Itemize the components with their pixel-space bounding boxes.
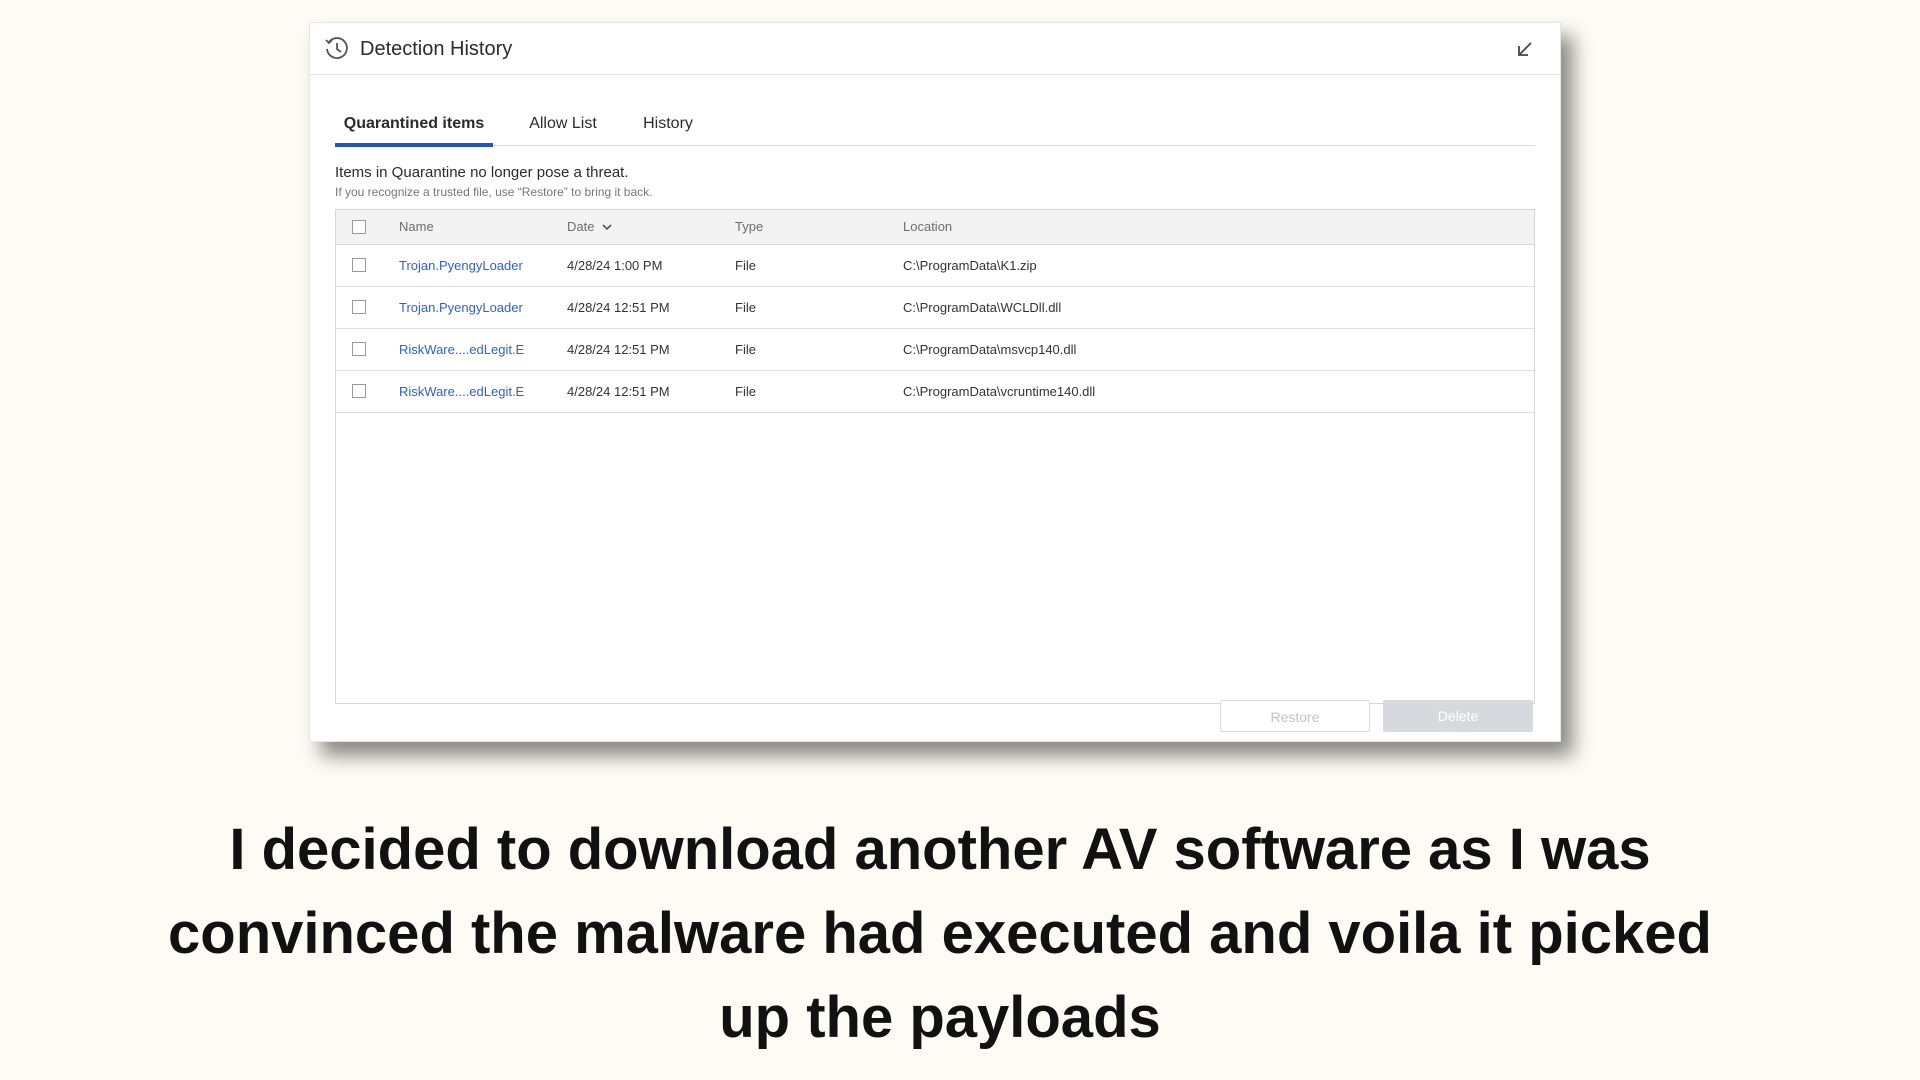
item-type: File: [735, 384, 756, 399]
tab-history[interactable]: History: [628, 101, 708, 143]
column-header-type[interactable]: Type: [735, 210, 763, 244]
row-checkbox[interactable]: [352, 258, 366, 272]
row-checkbox[interactable]: [352, 384, 366, 398]
table-row[interactable]: Trojan.PyengyLoader 4/28/24 12:51 PM Fil…: [336, 287, 1534, 329]
tab-bar: Quarantined items Allow List History: [335, 101, 1535, 147]
select-all-checkbox[interactable]: [352, 220, 366, 234]
quarantine-hint-text: If you recognize a trusted file, use “Re…: [335, 185, 653, 199]
file-location: C:\ProgramData\msvcp140.dll: [903, 342, 1077, 357]
threat-name-link[interactable]: Trojan.PyengyLoader: [399, 287, 523, 328]
file-location: C:\ProgramData\vcruntime140.dll: [903, 384, 1096, 399]
caption-text: I decided to download another AV softwar…: [60, 808, 1820, 1060]
table-row[interactable]: RiskWare....edLegit.E 4/28/24 12:51 PM F…: [336, 329, 1534, 371]
restore-button[interactable]: Restore: [1220, 700, 1370, 732]
chevron-down-icon: [602, 224, 612, 231]
tab-allow-list[interactable]: Allow List: [513, 101, 613, 143]
column-header-date-label: Date: [567, 219, 595, 234]
column-header-date[interactable]: Date: [567, 210, 612, 244]
caption-line-1: I decided to download another AV softwar…: [229, 817, 1651, 882]
detection-history-dialog: Detection History Quarantined items Allo…: [309, 22, 1561, 742]
column-header-name[interactable]: Name: [399, 210, 434, 244]
column-header-location[interactable]: Location: [903, 210, 952, 244]
arrow-down-left-icon[interactable]: [1516, 40, 1534, 58]
clock-history-icon: [325, 37, 348, 59]
threat-name-link[interactable]: Trojan.PyengyLoader: [399, 245, 523, 286]
detection-date: 4/28/24 12:51 PM: [567, 342, 670, 357]
table-header: Name Date Type Location: [336, 210, 1534, 245]
dialog-title: Detection History: [360, 38, 513, 60]
threat-name-link[interactable]: RiskWare....edLegit.E: [399, 329, 524, 370]
caption-line-3: up the payloads: [719, 985, 1161, 1050]
table-row[interactable]: RiskWare....edLegit.E 4/28/24 12:51 PM F…: [336, 371, 1534, 413]
file-location: C:\ProgramData\WCLDll.dll: [903, 300, 1062, 315]
caption-line-2: convinced the malware had executed and v…: [168, 901, 1712, 966]
item-type: File: [735, 342, 756, 357]
delete-button[interactable]: Delete: [1383, 700, 1533, 732]
quarantine-info-text: Items in Quarantine no longer pose a thr…: [335, 164, 629, 181]
row-checkbox[interactable]: [352, 342, 366, 356]
tab-quarantined-items[interactable]: Quarantined items: [335, 101, 493, 147]
item-type: File: [735, 300, 756, 315]
row-checkbox[interactable]: [352, 300, 366, 314]
quarantine-table: Name Date Type Location Trojan.PyengyLoa…: [335, 209, 1535, 704]
detection-date: 4/28/24 12:51 PM: [567, 384, 670, 399]
item-type: File: [735, 258, 756, 273]
table-row[interactable]: Trojan.PyengyLoader 4/28/24 1:00 PM File…: [336, 245, 1534, 287]
detection-date: 4/28/24 1:00 PM: [567, 258, 663, 273]
title-bar: Detection History: [310, 23, 1560, 75]
detection-date: 4/28/24 12:51 PM: [567, 300, 670, 315]
file-location: C:\ProgramData\K1.zip: [903, 258, 1037, 273]
threat-name-link[interactable]: RiskWare....edLegit.E: [399, 371, 524, 412]
